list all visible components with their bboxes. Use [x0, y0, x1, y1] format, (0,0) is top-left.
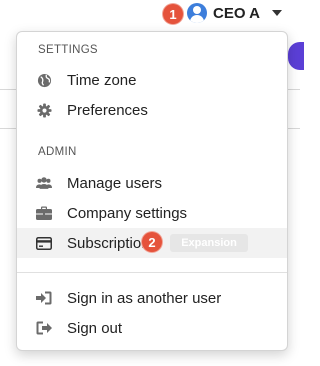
user-menu-trigger[interactable]: CEO A [187, 2, 282, 24]
gear-icon [36, 102, 52, 118]
menu-item-label: Manage users [67, 174, 163, 192]
credit-card-icon [36, 235, 52, 251]
background-divider [288, 128, 300, 129]
step-badge-2: 2 [142, 232, 162, 252]
menu-item-sign-in-as-another-user[interactable]: Sign in as another user [17, 283, 287, 313]
caret-down-icon [271, 10, 282, 16]
globe-icon [36, 72, 52, 88]
users-icon [36, 175, 52, 191]
background-button-edge [288, 42, 304, 70]
user-dropdown-menu: SETTINGS Time zone Preferences ADMIN Man… [16, 31, 288, 351]
menu-item-label: Sign in as another user [67, 289, 222, 307]
avatar-icon [187, 3, 207, 23]
menu-item-label: Time zone [67, 71, 137, 89]
menu-item-label: Subscription [67, 234, 150, 252]
background-divider [0, 89, 16, 90]
menu-item-company-settings[interactable]: Company settings [17, 198, 287, 228]
user-name: CEO A [213, 4, 260, 22]
section-label-settings: SETTINGS [38, 44, 98, 56]
menu-item-time-zone[interactable]: Time zone [17, 65, 287, 95]
step-badge-1: 1 [163, 4, 183, 24]
menu-item-label: Sign out [67, 319, 123, 337]
menu-item-label: Company settings [67, 204, 188, 222]
menu-item-manage-users[interactable]: Manage users [17, 168, 287, 198]
briefcase-icon [36, 205, 52, 221]
plan-badge: Expansion [170, 234, 248, 252]
menu-item-preferences[interactable]: Preferences [17, 95, 287, 125]
menu-divider [17, 272, 287, 273]
background-divider [0, 128, 16, 129]
menu-item-label: Preferences [67, 101, 148, 119]
sign-out-icon [36, 320, 52, 336]
background-divider [288, 89, 300, 90]
menu-item-sign-out[interactable]: Sign out [17, 313, 287, 343]
sign-in-icon [36, 290, 52, 306]
section-label-admin: ADMIN [38, 146, 77, 158]
